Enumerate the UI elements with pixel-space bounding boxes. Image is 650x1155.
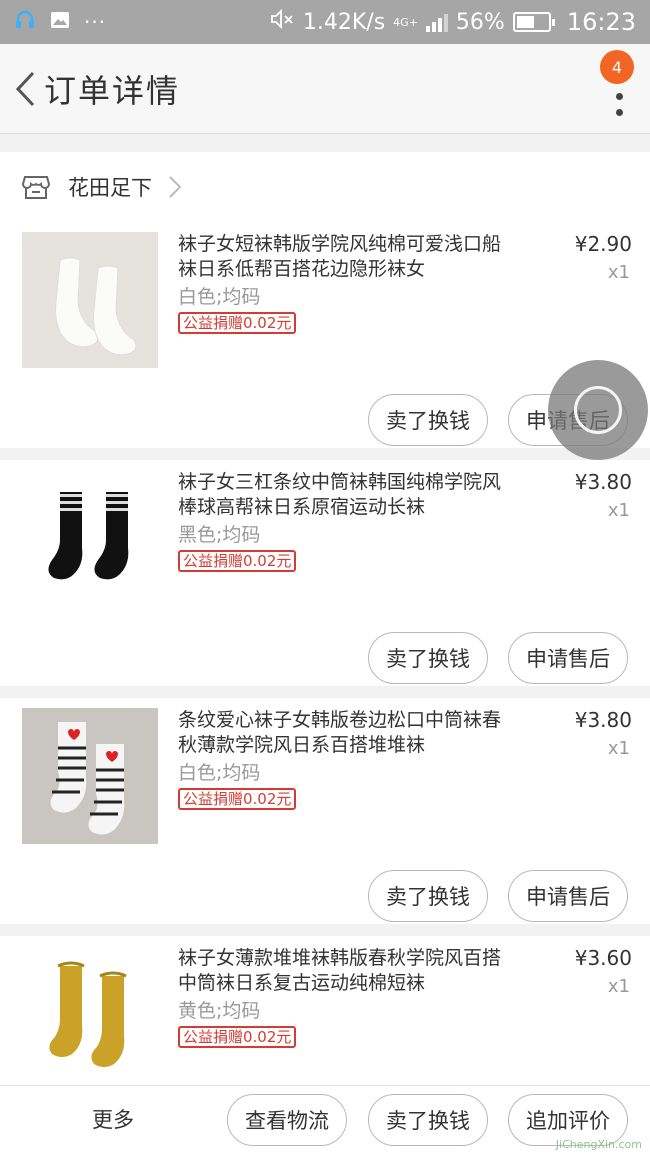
product-title[interactable]: 袜子女短袜韩版学院风纯棉可爱浅口船袜日系低帮百搭花边隐形袜女 — [178, 232, 508, 282]
net-speed: 1.42K/s — [302, 9, 386, 35]
header-bar: 订单详情 4 — [0, 44, 650, 134]
product-image[interactable] — [22, 470, 158, 606]
mute-icon — [269, 8, 295, 36]
more-link[interactable]: 更多 — [92, 1104, 134, 1134]
after-sale-button[interactable]: 申请售后 — [508, 632, 628, 684]
headset-icon — [14, 9, 36, 35]
assistive-touch-button[interactable] — [548, 360, 648, 460]
sell-button[interactable]: 卖了换钱 — [368, 394, 488, 446]
charity-tag: 公益捐赠0.02元 — [178, 550, 297, 572]
product-quantity: x1 — [607, 738, 630, 759]
battery-percent: 56% — [455, 9, 505, 35]
shop-row[interactable]: 花田足下 — [0, 152, 650, 222]
chevron-right-icon — [168, 175, 182, 199]
product-title[interactable]: 袜子女薄款堆堆袜韩版春秋学院风百搭中筒袜日系复古运动纯棉短袜 — [178, 946, 508, 996]
signal-icon — [425, 12, 448, 32]
product-image[interactable] — [22, 708, 158, 844]
charity-tag: 公益捐赠0.02元 — [178, 1026, 297, 1048]
product-price: ¥3.60 — [574, 946, 632, 970]
store-icon — [21, 174, 51, 200]
after-sale-button[interactable]: 申请售后 — [508, 870, 628, 922]
status-bar: ··· 1.42K/s 4G+ 56% 16:23 — [0, 0, 650, 44]
product-image[interactable] — [22, 232, 158, 368]
product-spec: 白色;均码 — [178, 286, 261, 308]
page-title: 订单详情 — [44, 72, 181, 110]
sell-button[interactable]: 卖了换钱 — [368, 632, 488, 684]
back-arrow-icon[interactable] — [8, 64, 42, 114]
sell-button[interactable]: 卖了换钱 — [368, 870, 488, 922]
view-logistics-button[interactable]: 查看物流 — [227, 1094, 347, 1146]
battery-icon — [512, 12, 555, 32]
product-title[interactable]: 条纹爱心袜子女韩版卷边松口中筒袜春秋薄款学院风日系百搭堆堆袜 — [178, 708, 508, 758]
notification-badge: 4 — [600, 50, 634, 84]
product-title[interactable]: 袜子女三杠条纹中筒袜韩国纯棉学院风棒球高帮袜日系原宿运动长袜 — [178, 470, 508, 520]
product-price: ¥3.80 — [574, 708, 632, 732]
order-item[interactable]: 条纹爱心袜子女韩版卷边松口中筒袜春秋薄款学院风日系百搭堆堆袜 白色;均码 公益捐… — [0, 698, 650, 924]
charity-tag: 公益捐赠0.02元 — [178, 788, 297, 810]
order-item[interactable]: 袜子女薄款堆堆袜韩版春秋学院风百搭中筒袜日系复古运动纯棉短袜 黄色;均码 公益捐… — [0, 936, 650, 1086]
bottom-action-bar: 更多 查看物流 卖了换钱 追加评价 JiChengXin.com — [0, 1085, 650, 1155]
product-quantity: x1 — [607, 976, 630, 997]
order-item[interactable]: 袜子女三杠条纹中筒袜韩国纯棉学院风棒球高帮袜日系原宿运动长袜 黑色;均码 公益捐… — [0, 460, 650, 686]
clock: 16:23 — [566, 8, 636, 36]
product-quantity: x1 — [607, 262, 630, 283]
product-quantity: x1 — [607, 500, 630, 521]
product-spec: 黄色;均码 — [178, 1000, 261, 1022]
product-price: ¥2.90 — [574, 232, 632, 256]
product-image[interactable] — [22, 946, 158, 1082]
product-spec: 白色;均码 — [178, 762, 261, 784]
watermark: JiChengXin.com — [555, 1138, 642, 1151]
charity-tag: 公益捐赠0.02元 — [178, 312, 297, 334]
image-icon — [50, 11, 70, 33]
more-notifications-icon: ··· — [84, 10, 107, 34]
product-spec: 黑色;均码 — [178, 524, 261, 546]
network-type: 4G+ — [393, 15, 418, 29]
product-price: ¥3.80 — [574, 470, 632, 494]
sell-button[interactable]: 卖了换钱 — [368, 1094, 488, 1146]
shop-name[interactable]: 花田足下 — [68, 172, 152, 202]
